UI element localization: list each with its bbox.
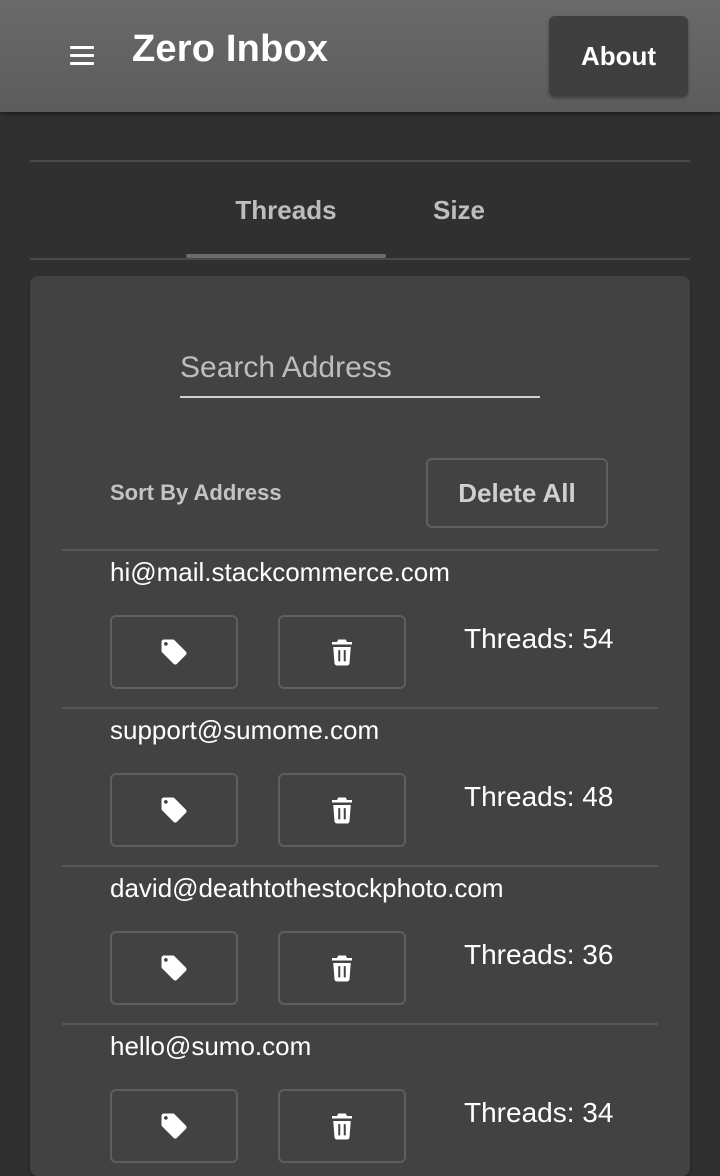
label-sender-button[interactable] <box>110 1089 238 1163</box>
sender-address: david@deathtothestockphoto.com <box>110 873 504 903</box>
thread-count: Threads: 34 <box>464 1097 614 1128</box>
label-sender-button[interactable] <box>110 773 238 847</box>
tab-threads[interactable]: Threads <box>186 162 386 258</box>
sender-row: hello@sumo.com Threads: 34 <box>62 1023 658 1163</box>
trash-icon <box>332 639 352 666</box>
sender-address: support@sumome.com <box>110 715 380 745</box>
thread-count: Threads: 48 <box>464 781 614 812</box>
about-button[interactable]: About <box>549 16 688 96</box>
delete-all-button[interactable]: Delete All <box>426 458 608 528</box>
trash-icon <box>332 797 352 824</box>
divider <box>30 258 690 260</box>
tag-icon <box>161 955 187 981</box>
app-bar: Zero Inbox About <box>0 0 720 112</box>
trash-icon <box>332 955 352 982</box>
sender-row: hi@mail.stackcommerce.com Threads: 54 <box>62 549 658 707</box>
sender-row: david@deathtothestockphoto.com Threads: … <box>62 865 658 1023</box>
hamburger-menu-icon[interactable] <box>68 44 96 68</box>
tag-icon <box>161 1113 187 1139</box>
trash-icon <box>332 1113 352 1140</box>
thread-count: Threads: 54 <box>464 623 614 654</box>
sender-row: support@sumome.com Threads: 48 <box>62 707 658 865</box>
delete-sender-button[interactable] <box>278 615 406 689</box>
sender-address: hello@sumo.com <box>110 1031 312 1061</box>
delete-sender-button[interactable] <box>278 773 406 847</box>
delete-sender-button[interactable] <box>278 931 406 1005</box>
search-address-input[interactable] <box>180 340 540 398</box>
sender-address: hi@mail.stackcommerce.com <box>110 557 450 587</box>
label-sender-button[interactable] <box>110 615 238 689</box>
sort-by-address-button[interactable]: Sort By Address <box>110 480 282 506</box>
tag-icon <box>161 797 187 823</box>
thread-count: Threads: 36 <box>464 939 614 970</box>
tab-size[interactable]: Size <box>386 162 532 258</box>
app-title: Zero Inbox <box>132 28 329 70</box>
delete-sender-button[interactable] <box>278 1089 406 1163</box>
tag-icon <box>161 639 187 665</box>
label-sender-button[interactable] <box>110 931 238 1005</box>
